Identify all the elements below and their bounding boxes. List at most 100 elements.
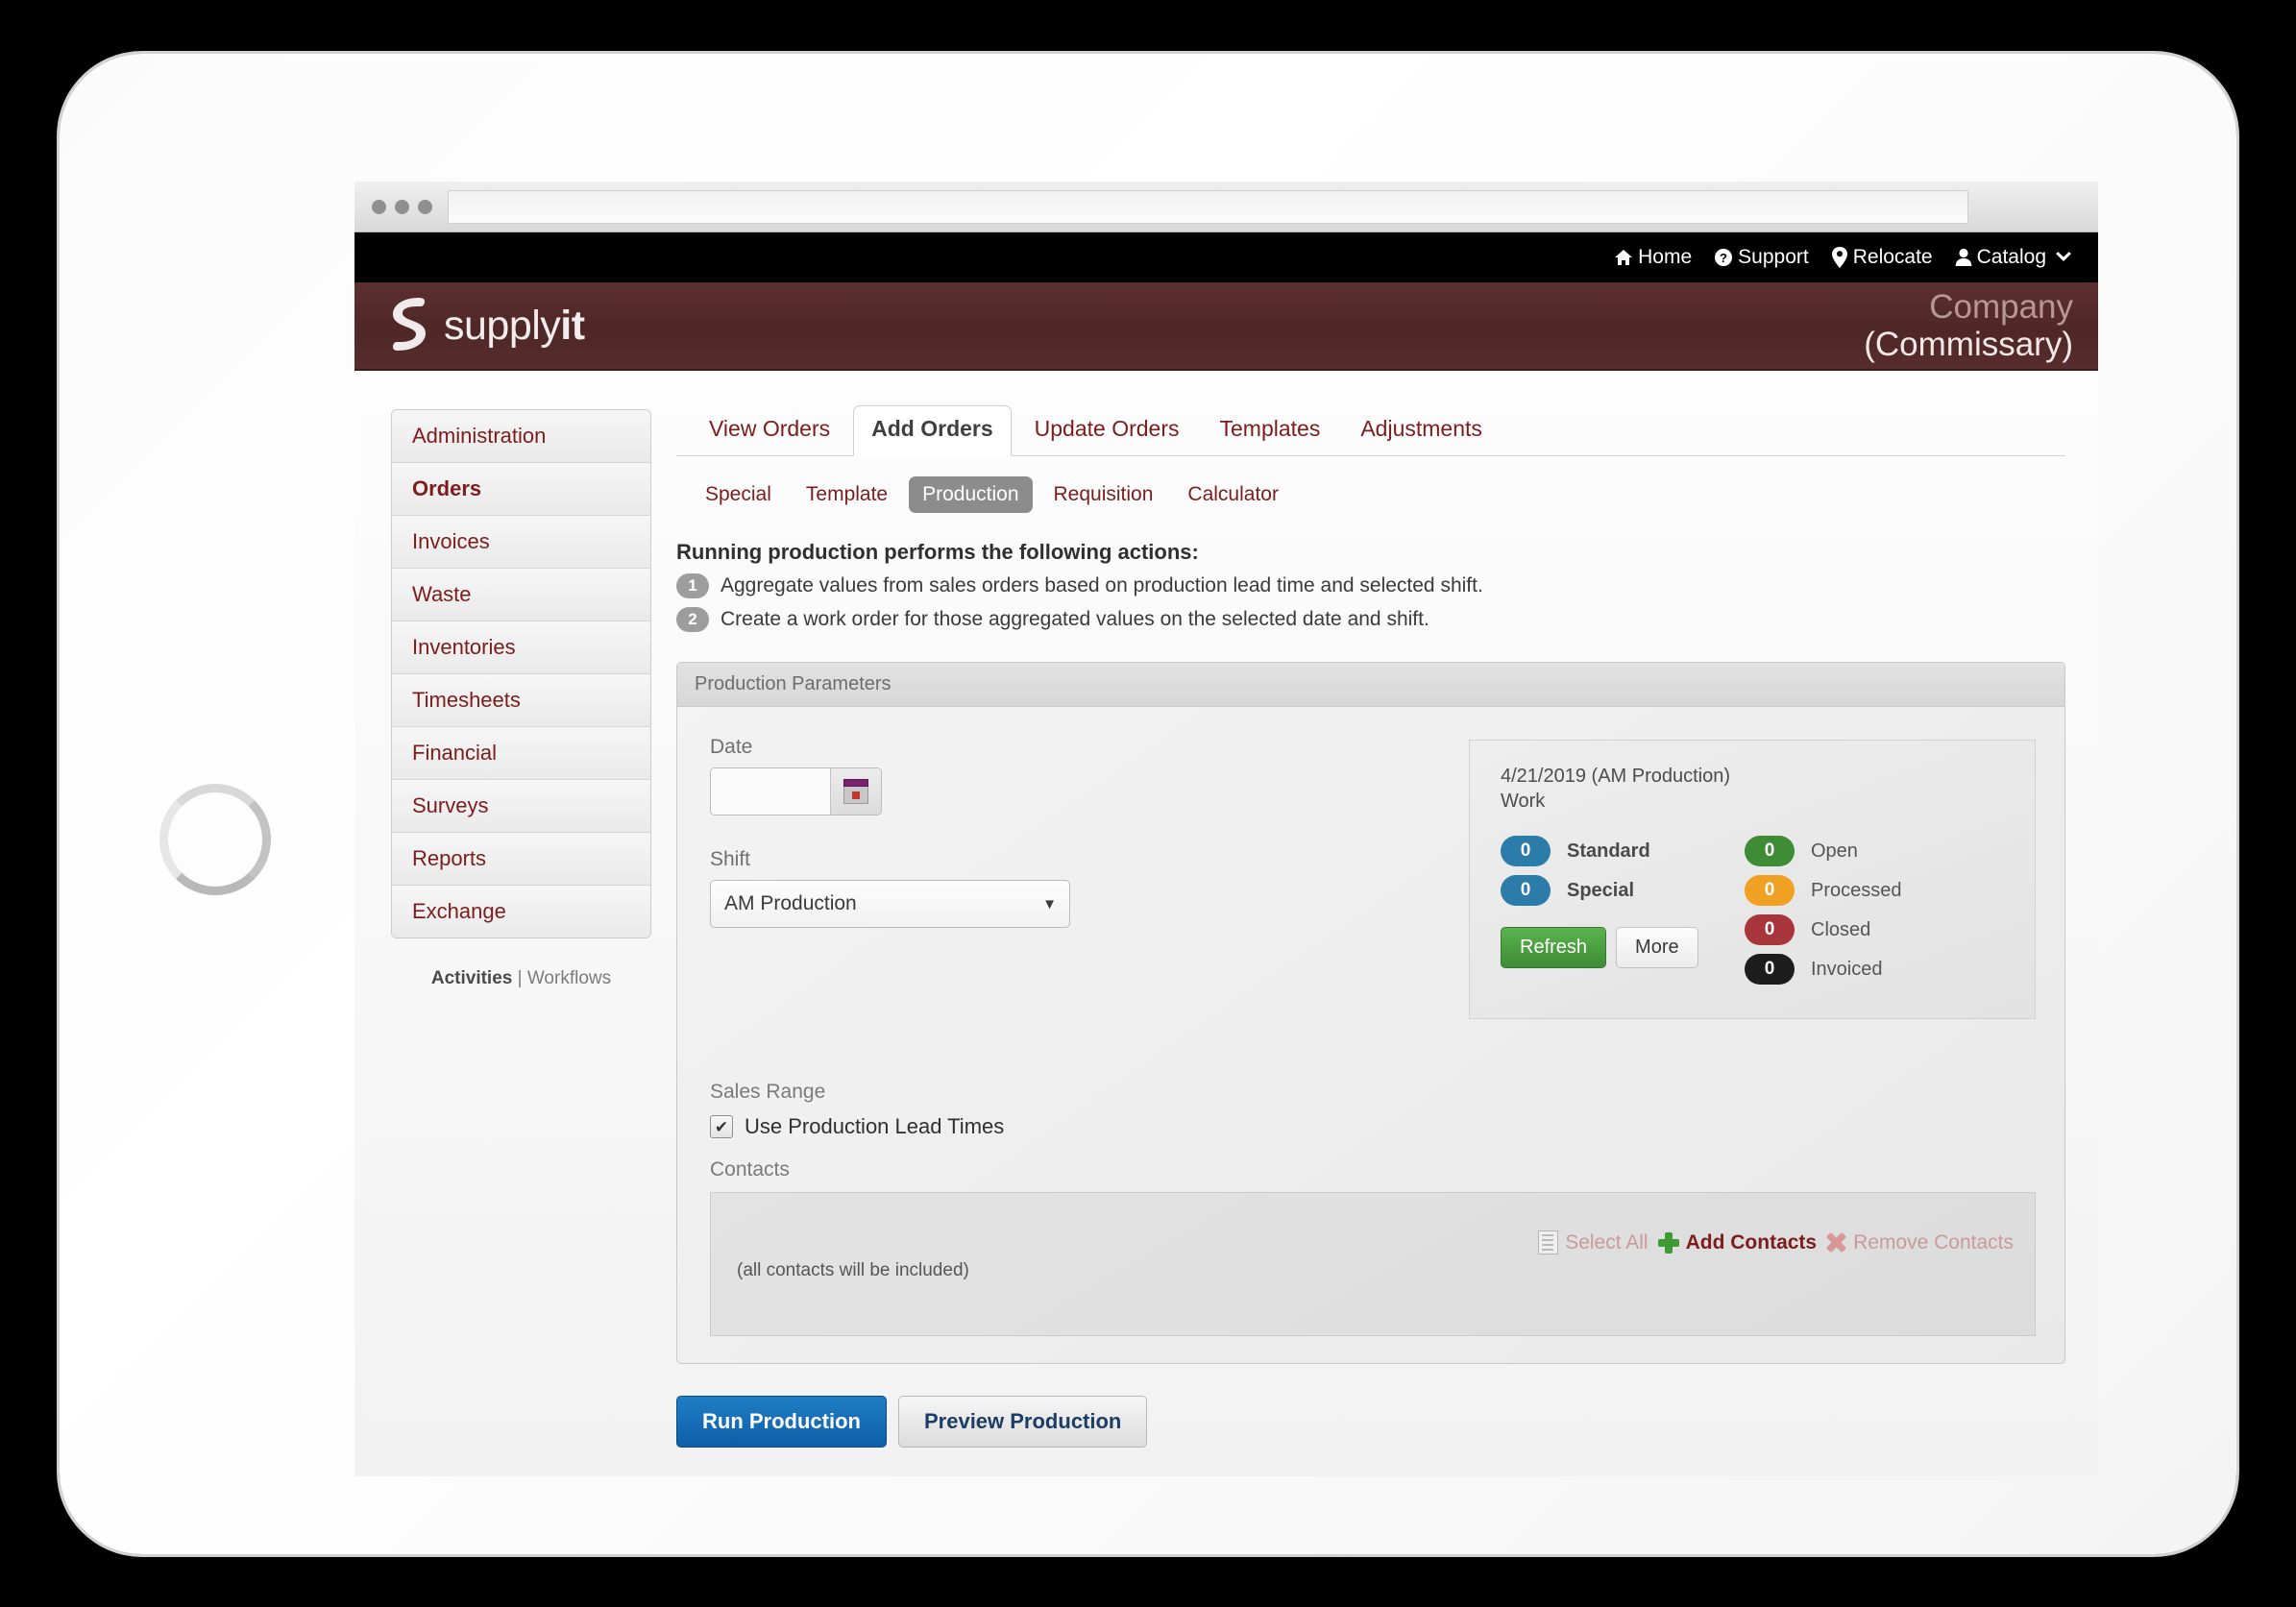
stat-special-label: Special [1567,879,1635,901]
sidebar: Administration Orders Invoices Waste Inv… [354,371,651,1476]
status-card-buttons: Refresh More [1501,927,1745,968]
step-badge-2: 2 [676,607,709,632]
sidebar-item-reports[interactable]: Reports [392,833,650,886]
nav-item-home[interactable]: Home [1614,246,1692,269]
more-button[interactable]: More [1616,927,1698,968]
stat-closed: 0 Closed [1745,914,2006,945]
subtab-special[interactable]: Special [692,476,785,513]
intro-section: Running production performs the followin… [676,540,2065,632]
shift-select[interactable]: AM Production [710,880,1070,928]
refresh-button[interactable]: Refresh [1501,927,1607,968]
home-icon [1614,248,1633,267]
status-date-line: 4/21/2019 (AM Production) [1501,766,1731,787]
tab-templates[interactable]: Templates [1203,406,1338,455]
nav-item-relocate[interactable]: Relocate [1831,246,1933,269]
subtab-template[interactable]: Template [793,476,901,513]
stat-open-label: Open [1811,840,1858,862]
date-label: Date [710,736,753,758]
contacts-toolbar: Select All Add Contacts Remove Contacts [1538,1230,2014,1254]
stat-invoiced: 0 Invoiced [1745,954,2006,985]
intro-step-2-text: Create a work order for those aggregated… [721,608,1429,630]
stat-standard-label: Standard [1567,840,1650,862]
select-all-action[interactable]: Select All [1538,1230,1649,1254]
use-production-lead-times-label: Use Production Lead Times [745,1114,1005,1138]
user-icon [1955,248,1972,267]
tab-update-orders[interactable]: Update Orders [1017,406,1197,455]
window-controls [372,199,432,214]
maximize-window-dot[interactable] [418,199,432,214]
date-input[interactable] [711,768,830,815]
sidebar-item-administration[interactable]: Administration [392,410,650,463]
preview-production-button[interactable]: Preview Production [897,1396,1148,1448]
brand-word-it: it [560,302,585,349]
brand-word-supply: supply [444,302,561,349]
status-sub-line: Work [1501,791,1546,812]
run-production-button[interactable]: Run Production [676,1396,887,1448]
stat-open-count: 0 [1745,836,1795,866]
date-field-group [710,767,882,816]
nav-item-support[interactable]: ? Support [1714,246,1809,269]
browser-window: Home ? Support Relocate Catalog supplyit… [354,182,2098,1476]
stat-standard: 0 Standard [1501,836,1745,866]
shift-label: Shift [710,848,751,870]
panel-right-column: 4/21/2019 (AM Production) Work 0 Standar… [1469,736,2036,1019]
close-window-dot[interactable] [372,199,386,214]
chevron-down-icon [2054,251,2073,264]
sales-range-label: Sales Range [710,1081,826,1103]
production-parameters-panel: Production Parameters Date Shift AM Prod… [676,662,2065,1364]
sidebar-item-surveys[interactable]: Surveys [392,780,650,833]
lower-section: Sales Range ✔ Use Production Lead Times … [677,1081,2064,1363]
tablet-frame: Home ? Support Relocate Catalog supplyit… [60,54,2236,1554]
tablet-home-button[interactable] [159,784,271,895]
sidebar-item-exchange[interactable]: Exchange [392,886,650,937]
nav-item-catalog[interactable]: Catalog [1955,246,2073,269]
use-production-lead-times-checkbox[interactable]: ✔ [710,1115,733,1138]
sidebar-item-inventories[interactable]: Inventories [392,621,650,674]
top-navigation: Home ? Support Relocate Catalog [354,232,2098,282]
tab-view-orders[interactable]: View Orders [692,406,847,455]
brand-logo[interactable]: supplyit [381,294,585,358]
nav-item-support-label: Support [1738,246,1809,268]
stat-special-count: 0 [1501,875,1551,906]
intro-title: Running production performs the followin… [676,540,1199,564]
sidebar-item-invoices[interactable]: Invoices [392,516,650,569]
add-contacts-label: Add Contacts [1685,1230,1818,1254]
sidebar-item-timesheets[interactable]: Timesheets [392,674,650,727]
sidebar-link-workflows[interactable]: Workflows [527,968,611,988]
sidebar-link-activities[interactable]: Activities [431,968,512,988]
map-pin-icon [1831,247,1848,268]
tab-adjustments[interactable]: Adjustments [1343,406,1500,455]
sidebar-footer-links: Activities | Workflows [391,968,651,989]
page-body: Administration Orders Invoices Waste Inv… [354,371,2098,1476]
remove-contacts-label: Remove Contacts [1853,1230,2014,1254]
shift-select-wrap: AM Production ▼ [710,880,1070,928]
question-circle-icon: ? [1714,248,1733,267]
remove-x-icon [1826,1232,1846,1253]
stat-processed-label: Processed [1811,879,1902,901]
sidebar-item-waste[interactable]: Waste [392,569,650,621]
subtab-calculator[interactable]: Calculator [1174,476,1292,513]
add-contacts-action[interactable]: Add Contacts [1657,1230,1818,1254]
remove-contacts-action[interactable]: Remove Contacts [1826,1231,2014,1254]
contacts-note: (all contacts will be included) [737,1260,969,1280]
company-subtitle: (Commissary) [1864,326,2073,363]
date-picker-button[interactable] [830,768,881,815]
sidebar-item-orders[interactable]: Orders [392,463,650,516]
calendar-icon [843,779,868,804]
status-right-column: 0 Open 0 Processed 0 Closed 0 Invoiced [1745,836,2006,993]
nav-item-relocate-label: Relocate [1852,246,1933,268]
subtab-requisition[interactable]: Requisition [1040,476,1167,513]
status-left-column: 0 Standard 0 Special Refresh More [1501,836,1745,993]
address-bar[interactable] [448,189,1968,224]
minimize-window-dot[interactable] [395,199,409,214]
subtab-production[interactable]: Production [909,476,1033,513]
stat-closed-count: 0 [1745,914,1795,945]
stat-open: 0 Open [1745,836,2006,866]
tab-add-orders[interactable]: Add Orders [853,405,1012,456]
sidebar-item-financial[interactable]: Financial [392,727,650,780]
secondary-tabs: Special Template Production Requisition … [692,476,2065,513]
lead-times-row: ✔ Use Production Lead Times [710,1114,2036,1139]
browser-chrome-bar [354,182,2098,232]
company-title-block: Company (Commissary) [1864,288,2073,363]
form-actions: Run Production Preview Production [676,1396,2065,1448]
